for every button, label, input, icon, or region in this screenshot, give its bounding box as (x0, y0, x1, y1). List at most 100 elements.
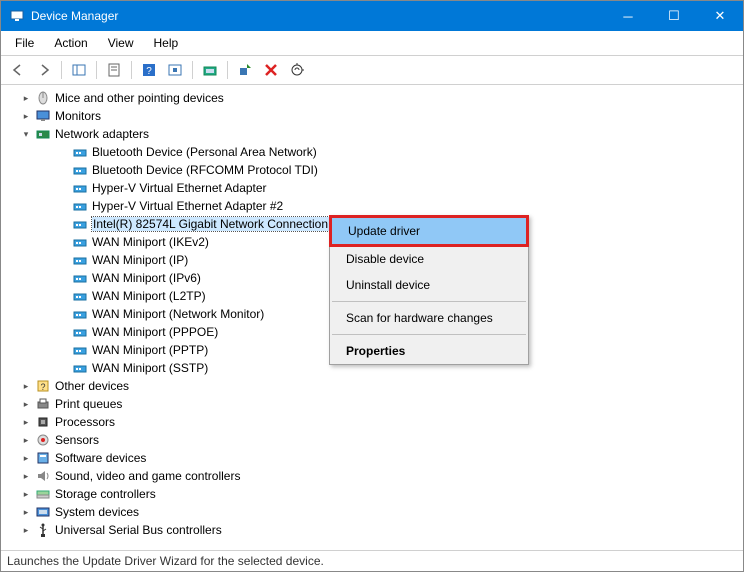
expander-icon[interactable]: ▸ (19, 469, 33, 483)
expander-spacer (56, 271, 70, 285)
expander-spacer (56, 181, 70, 195)
minimize-button[interactable]: ─ (605, 1, 651, 31)
expander-icon[interactable]: ▸ (19, 415, 33, 429)
context-menu-item[interactable]: Scan for hardware changes (330, 305, 528, 331)
update-driver-button[interactable] (199, 59, 221, 81)
net-icon (72, 234, 88, 250)
usb-icon (35, 522, 51, 538)
tree-item-label: Hyper-V Virtual Ethernet Adapter (92, 181, 267, 195)
highlighted-annotation: Update driver (329, 215, 529, 247)
tree-item-label: WAN Miniport (Network Monitor) (92, 307, 264, 321)
tree-item-label: WAN Miniport (SSTP) (92, 361, 208, 375)
scan-hardware-button[interactable] (286, 59, 308, 81)
net-icon (72, 324, 88, 340)
expander-spacer (56, 199, 70, 213)
tree-category[interactable]: ▾Network adapters (1, 125, 743, 143)
expander-icon[interactable]: ▸ (19, 451, 33, 465)
net-icon (72, 288, 88, 304)
tree-category[interactable]: ▸ Mice and other pointing devices (1, 89, 743, 107)
action-button[interactable] (164, 59, 186, 81)
tree-item-label: Other devices (55, 379, 129, 393)
tree-category[interactable]: ▸Universal Serial Bus controllers (1, 521, 743, 539)
tree-device[interactable]: Hyper-V Virtual Ethernet Adapter (1, 179, 743, 197)
close-button[interactable]: ✕ (697, 1, 743, 31)
netcard-icon (35, 126, 51, 142)
expander-icon[interactable]: ▾ (19, 127, 33, 141)
context-menu-item[interactable]: Uninstall device (330, 272, 528, 298)
device-tree[interactable]: ▸ Mice and other pointing devices ▸Monitor… (1, 85, 743, 550)
svg-text:?: ? (146, 66, 152, 77)
forward-button[interactable] (33, 59, 55, 81)
properties-button[interactable] (103, 59, 125, 81)
system-icon (35, 504, 51, 520)
tree-category[interactable]: ▸ Sound, video and game controllers (1, 467, 743, 485)
menu-action[interactable]: Action (44, 33, 97, 53)
tree-category[interactable]: ▸ Storage controllers (1, 485, 743, 503)
expander-spacer (56, 343, 70, 357)
statusbar: Launches the Update Driver Wizard for th… (1, 550, 743, 571)
back-button[interactable] (7, 59, 29, 81)
menu-view[interactable]: View (98, 33, 144, 53)
context-menu-separator (332, 334, 526, 335)
help-button[interactable]: ? (138, 59, 160, 81)
expander-icon[interactable]: ▸ (19, 109, 33, 123)
tree-device[interactable]: Bluetooth Device (Personal Area Network) (1, 143, 743, 161)
expander-icon[interactable]: ▸ (19, 397, 33, 411)
expander-icon[interactable]: ▸ (19, 433, 33, 447)
context-menu-item[interactable]: Properties (330, 338, 528, 364)
cpu-icon (35, 414, 51, 430)
tree-category[interactable]: ▸Print queues (1, 395, 743, 413)
tree-item-label: Intel(R) 82574L Gigabit Network Connecti… (92, 217, 329, 231)
tree-category[interactable]: ▸? Other devices (1, 377, 743, 395)
expander-icon[interactable]: ▸ (19, 505, 33, 519)
tree-item-label: WAN Miniport (IP) (92, 253, 188, 267)
expander-spacer (56, 289, 70, 303)
maximize-button[interactable]: ☐ (651, 1, 697, 31)
expander-spacer (56, 235, 70, 249)
expander-icon[interactable]: ▸ (19, 91, 33, 105)
toolbar: ? (1, 56, 743, 85)
show-hide-tree-button[interactable] (68, 59, 90, 81)
tree-item-label: Processors (55, 415, 115, 429)
expander-spacer (56, 163, 70, 177)
tree-category[interactable]: ▸Software devices (1, 449, 743, 467)
context-menu-item[interactable]: Disable device (330, 246, 528, 272)
tree-category[interactable]: ▸System devices (1, 503, 743, 521)
titlebar: Device Manager ─ ☐ ✕ (1, 1, 743, 31)
menu-help[interactable]: Help (144, 33, 189, 53)
tree-device[interactable]: Hyper-V Virtual Ethernet Adapter #2 (1, 197, 743, 215)
menu-file[interactable]: File (5, 33, 44, 53)
monitor-icon (35, 108, 51, 124)
expander-spacer (56, 307, 70, 321)
net-icon (72, 252, 88, 268)
svg-text:?: ? (40, 382, 45, 392)
tree-category[interactable]: ▸Monitors (1, 107, 743, 125)
tree-item-label: Sound, video and game controllers (55, 469, 240, 483)
tree-item-label: Storage controllers (55, 487, 156, 501)
expander-icon[interactable]: ▸ (19, 487, 33, 501)
tree-item-label: Mice and other pointing devices (55, 91, 224, 105)
expander-spacer (56, 361, 70, 375)
expander-spacer (56, 253, 70, 267)
tree-item-label: Bluetooth Device (RFCOMM Protocol TDI) (92, 163, 318, 177)
window-controls: ─ ☐ ✕ (605, 1, 743, 31)
expander-icon[interactable]: ▸ (19, 523, 33, 537)
storage-icon (35, 486, 51, 502)
tree-item-label: WAN Miniport (PPPOE) (92, 325, 218, 339)
expander-icon[interactable]: ▸ (19, 379, 33, 393)
net-icon (72, 360, 88, 376)
tree-device[interactable]: Bluetooth Device (RFCOMM Protocol TDI) (1, 161, 743, 179)
context-menu-item[interactable]: Update driver (332, 218, 526, 244)
context-menu: Update driverDisable deviceUninstall dev… (329, 215, 529, 365)
tree-item-label: WAN Miniport (PPTP) (92, 343, 208, 357)
tree-category[interactable]: ▸ Processors (1, 413, 743, 431)
tree-item-label: WAN Miniport (L2TP) (92, 289, 206, 303)
mouse-icon (35, 90, 51, 106)
enable-device-button[interactable] (234, 59, 256, 81)
sensor-icon (35, 432, 51, 448)
tree-item-label: WAN Miniport (IPv6) (92, 271, 201, 285)
net-icon (72, 270, 88, 286)
uninstall-device-button[interactable] (260, 59, 282, 81)
printer-icon (35, 396, 51, 412)
tree-category[interactable]: ▸Sensors (1, 431, 743, 449)
